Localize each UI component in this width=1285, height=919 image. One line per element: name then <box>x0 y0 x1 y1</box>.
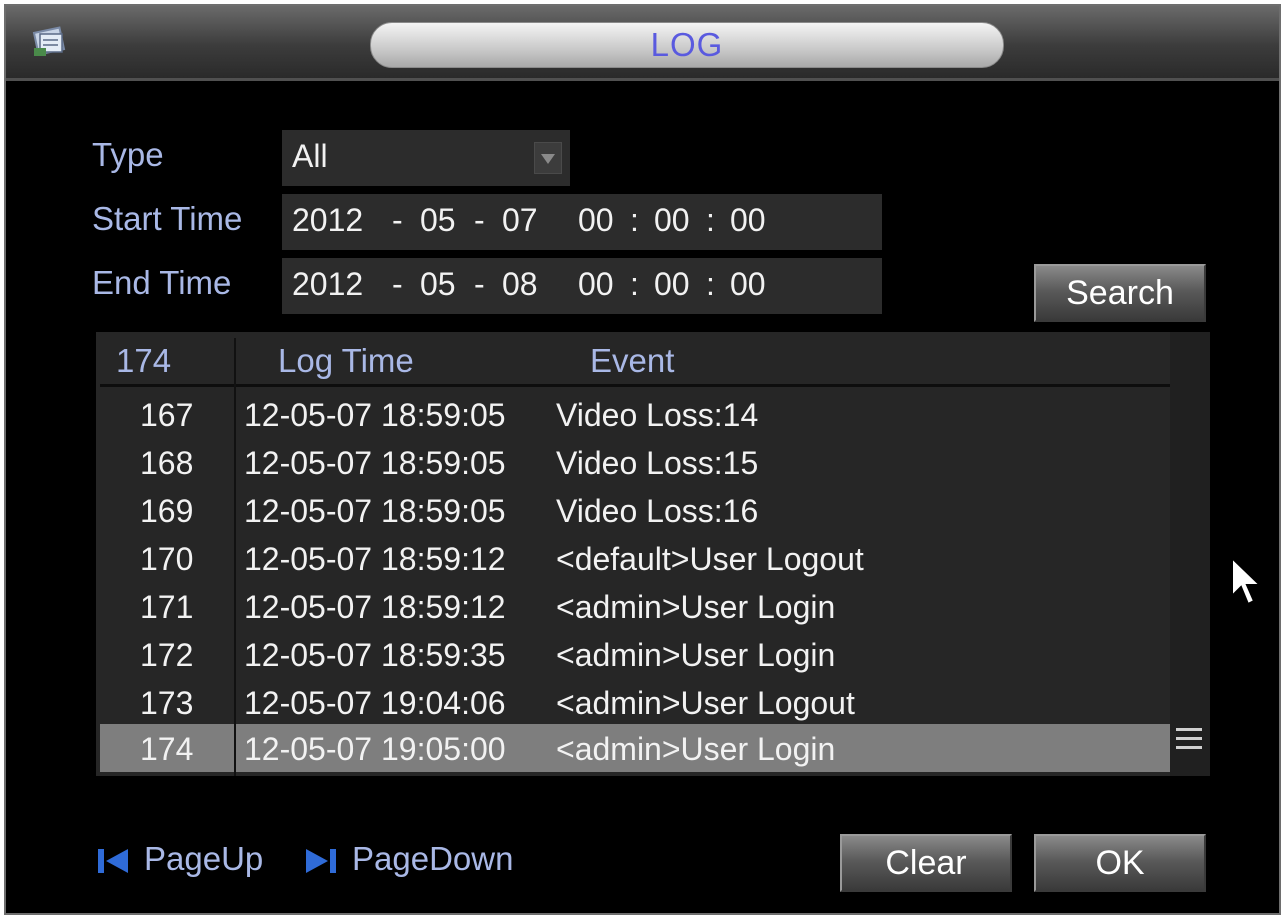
table-row[interactable]: 167 12-05-07 18:59:05 Video Loss:14 <box>100 390 1172 438</box>
table-row-selected[interactable]: 174 12-05-07 19:05:00 <admin>User Login <box>100 724 1172 772</box>
row-time: 12-05-07 18:59:12 <box>244 589 506 625</box>
column-divider <box>234 338 236 776</box>
row-time: 12-05-07 18:59:35 <box>244 637 506 673</box>
end-month[interactable]: 05 <box>420 266 456 303</box>
start-day[interactable]: 07 <box>502 202 538 239</box>
end-year[interactable]: 2012 <box>292 266 363 303</box>
mouse-cursor-icon <box>1231 556 1263 606</box>
start-minute[interactable]: 00 <box>654 202 690 239</box>
end-second[interactable]: 00 <box>730 266 766 303</box>
row-number: 172 <box>140 637 194 673</box>
title-bar: LOG <box>6 6 1279 81</box>
start-hour[interactable]: 00 <box>578 202 614 239</box>
end-minute[interactable]: 00 <box>654 266 690 303</box>
table-row[interactable]: 170 12-05-07 18:59:12 <default>User Logo… <box>100 534 1172 582</box>
start-second[interactable]: 00 <box>730 202 766 239</box>
date-separator: - <box>474 266 485 302</box>
date-separator: - <box>392 202 403 238</box>
page-down-link[interactable]: PageDown <box>352 840 513 878</box>
log-count-header: 174 <box>116 342 172 379</box>
row-event: <default>User Logout <box>556 541 864 577</box>
log-table: 174 Log Time Event 167 12-05-07 18:59:05… <box>96 332 1210 776</box>
time-separator: : <box>630 202 639 238</box>
table-row[interactable]: 169 12-05-07 18:59:05 Video Loss:16 <box>100 486 1172 534</box>
row-number: 173 <box>140 685 194 721</box>
date-separator: - <box>392 266 403 302</box>
start-time-field[interactable]: 2012 - 05 - 07 00 : 00 : 00 <box>282 194 882 250</box>
type-label: Type <box>92 136 164 173</box>
row-time: 12-05-07 18:59:05 <box>244 445 506 481</box>
start-year[interactable]: 2012 <box>292 202 363 239</box>
row-number: 168 <box>140 445 194 481</box>
event-header[interactable]: Event <box>590 342 674 380</box>
end-hour[interactable]: 00 <box>578 266 614 303</box>
time-separator: : <box>706 202 715 238</box>
log-icon <box>32 26 66 56</box>
scroll-grip-icon[interactable] <box>1174 722 1204 772</box>
header-divider <box>100 384 1172 387</box>
table-row[interactable]: 172 12-05-07 18:59:35 <admin>User Login <box>100 630 1172 678</box>
row-time: 12-05-07 19:04:06 <box>244 685 506 721</box>
start-month[interactable]: 05 <box>420 202 456 239</box>
end-day[interactable]: 08 <box>502 266 538 303</box>
start-time-label: Start Time <box>92 200 243 237</box>
row-number: 170 <box>140 541 194 577</box>
log-window: LOG Type All Start Time 2012 - 05 - 07 0… <box>4 4 1281 915</box>
row-time: 12-05-07 18:59:12 <box>244 541 506 577</box>
log-time-header[interactable]: Log Time <box>278 342 414 380</box>
end-time-label: End Time <box>92 264 232 301</box>
row-number: 169 <box>140 493 194 529</box>
row-event: Video Loss:14 <box>556 397 759 433</box>
time-separator: : <box>706 266 715 302</box>
row-event: Video Loss:16 <box>556 493 759 529</box>
ok-button[interactable]: OK <box>1034 834 1206 892</box>
row-event: <admin>User Login <box>556 637 836 673</box>
row-time: 12-05-07 18:59:05 <box>244 397 506 433</box>
page-up-icon[interactable] <box>96 846 132 876</box>
row-event: Video Loss:15 <box>556 445 759 481</box>
end-time-field[interactable]: 2012 - 05 - 08 00 : 00 : 00 <box>282 258 882 314</box>
page-up-link[interactable]: PageUp <box>144 840 263 878</box>
type-value: All <box>292 138 328 174</box>
table-row[interactable]: 168 12-05-07 18:59:05 Video Loss:15 <box>100 438 1172 486</box>
type-dropdown[interactable]: All <box>282 130 570 186</box>
row-number: 174 <box>140 731 194 767</box>
row-number: 171 <box>140 589 194 625</box>
row-event: <admin>User Logout <box>556 685 855 721</box>
time-separator: : <box>630 266 639 302</box>
row-number: 167 <box>140 397 194 433</box>
row-time: 12-05-07 18:59:05 <box>244 493 506 529</box>
page-down-icon[interactable] <box>302 846 338 876</box>
row-time: 12-05-07 19:05:00 <box>244 731 506 767</box>
table-row[interactable]: 173 12-05-07 19:04:06 <admin>User Logout <box>100 678 1172 726</box>
row-event: <admin>User Login <box>556 589 836 625</box>
scrollbar[interactable] <box>1170 332 1210 776</box>
date-separator: - <box>474 202 485 238</box>
window-title: LOG <box>370 22 1004 68</box>
chevron-down-icon[interactable] <box>534 142 562 174</box>
clear-button[interactable]: Clear <box>840 834 1012 892</box>
row-event: <admin>User Login <box>556 731 836 767</box>
search-button[interactable]: Search <box>1034 264 1206 322</box>
table-row[interactable]: 171 12-05-07 18:59:12 <admin>User Login <box>100 582 1172 630</box>
